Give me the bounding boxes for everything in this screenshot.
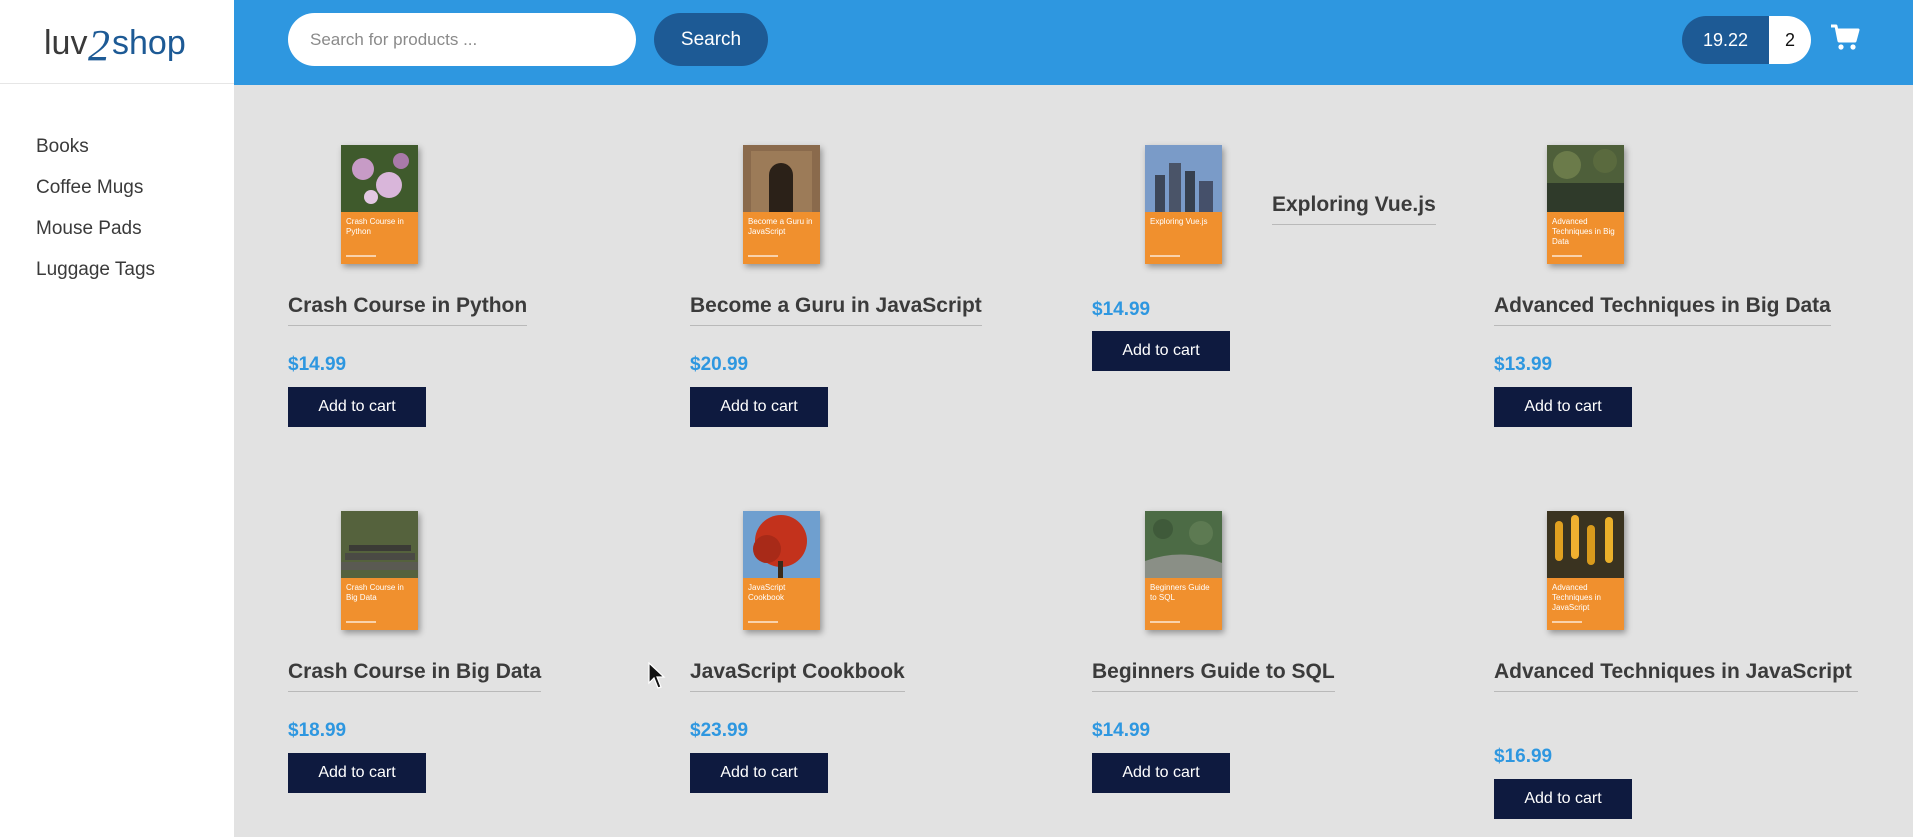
sidebar-item-luggage-tags[interactable]: Luggage Tags bbox=[36, 255, 155, 296]
svg-text:2: 2 bbox=[88, 21, 110, 68]
add-to-cart-button[interactable]: Add to cart bbox=[288, 387, 426, 427]
product-title[interactable]: Crash Course in Python bbox=[288, 293, 528, 326]
logo[interactable]: luv 2 shop bbox=[0, 0, 234, 84]
svg-text:shop: shop bbox=[112, 24, 186, 62]
yellow-flowers-photo bbox=[1547, 511, 1624, 578]
sidebar-item-mouse-pads[interactable]: Mouse Pads bbox=[36, 214, 155, 255]
product-price: $16.99 bbox=[1494, 746, 1553, 767]
add-to-cart-button[interactable]: Add to cart bbox=[288, 753, 426, 793]
cover-title: Beginners Guide to SQL bbox=[1150, 583, 1210, 602]
pond-photo bbox=[1547, 145, 1624, 212]
category-list: Books Coffee Mugs Mouse Pads Luggage Tag… bbox=[36, 132, 155, 296]
red-tree-photo bbox=[743, 511, 820, 578]
cover-title: Become a Guru in JavaScript bbox=[748, 217, 813, 236]
product-price: $23.99 bbox=[690, 720, 749, 741]
cover-title: Advanced Techniques in Big Data bbox=[1552, 217, 1615, 246]
header: Search 19.22 2 bbox=[234, 0, 1913, 85]
product-price: $14.99 bbox=[1092, 720, 1151, 741]
add-to-cart-button[interactable]: Add to cart bbox=[1092, 753, 1230, 793]
book-cover-image[interactable]: Crash Course in Big Data bbox=[341, 511, 418, 630]
product-title[interactable]: Become a Guru in JavaScript bbox=[690, 293, 982, 326]
cart-status: 19.22 2 bbox=[1682, 16, 1811, 64]
sidebar: luv 2 shop Books Coffee Mugs Mouse Pads … bbox=[0, 0, 234, 837]
product-title[interactable]: Advanced Techniques in Big Data bbox=[1494, 293, 1831, 326]
book-cover-image[interactable]: Advanced Techniques in JavaScript bbox=[1547, 511, 1624, 630]
svg-text:luv: luv bbox=[44, 24, 87, 62]
book-cover-image[interactable]: Become a Guru in JavaScript bbox=[743, 145, 820, 264]
product-price: $18.99 bbox=[288, 720, 347, 741]
sidebar-item-coffee-mugs[interactable]: Coffee Mugs bbox=[36, 173, 155, 214]
search-input[interactable] bbox=[288, 13, 636, 66]
product-title[interactable]: Exploring Vue.js bbox=[1272, 192, 1436, 225]
book-cover-image[interactable]: Beginners Guide to SQL bbox=[1145, 511, 1222, 630]
book-cover-image[interactable]: JavaScript Cookbook bbox=[743, 511, 820, 630]
search-button[interactable]: Search bbox=[654, 13, 768, 66]
cover-title: Exploring Vue.js bbox=[1150, 217, 1208, 226]
add-to-cart-button[interactable]: Add to cart bbox=[690, 753, 828, 793]
add-to-cart-button[interactable]: Add to cart bbox=[1494, 387, 1632, 427]
book-cover-image[interactable]: Exploring Vue.js bbox=[1145, 145, 1222, 264]
cover-title: JavaScript Cookbook bbox=[748, 583, 786, 602]
steps-photo bbox=[341, 511, 418, 578]
product-title[interactable]: Advanced Techniques in JavaScript bbox=[1494, 659, 1858, 692]
product-title[interactable]: Crash Course in Big Data bbox=[288, 659, 542, 692]
product-price: $13.99 bbox=[1494, 354, 1553, 375]
cart-total: 19.22 bbox=[1682, 16, 1769, 64]
product-price: $14.99 bbox=[288, 354, 347, 375]
aerial-photo bbox=[1145, 511, 1222, 578]
sidebar-item-books[interactable]: Books bbox=[36, 132, 155, 173]
add-to-cart-button[interactable]: Add to cart bbox=[1494, 779, 1632, 819]
cover-title: Crash Course in Big Data bbox=[346, 583, 404, 602]
add-to-cart-button[interactable]: Add to cart bbox=[690, 387, 828, 427]
book-cover-image[interactable]: Advanced Techniques in Big Data bbox=[1547, 145, 1624, 264]
product-price: $14.99 bbox=[1092, 299, 1151, 320]
doorway-photo bbox=[743, 145, 820, 212]
cart-quantity: 2 bbox=[1769, 16, 1811, 64]
add-to-cart-button[interactable]: Add to cart bbox=[1092, 331, 1230, 371]
skyline-photo bbox=[1145, 145, 1222, 212]
cover-title: Advanced Techniques in JavaScript bbox=[1552, 583, 1601, 612]
book-cover-image[interactable]: Crash Course in Python bbox=[341, 145, 418, 264]
product-title[interactable]: JavaScript Cookbook bbox=[690, 659, 905, 692]
shopping-cart-icon[interactable] bbox=[1830, 24, 1860, 57]
flower-photo bbox=[341, 145, 418, 212]
luv2shop-logo: luv 2 shop bbox=[44, 21, 186, 68]
product-title[interactable]: Beginners Guide to SQL bbox=[1092, 659, 1335, 692]
mouse-cursor-icon bbox=[648, 662, 666, 689]
product-price: $20.99 bbox=[690, 354, 749, 375]
cover-title: Crash Course in Python bbox=[346, 217, 404, 236]
